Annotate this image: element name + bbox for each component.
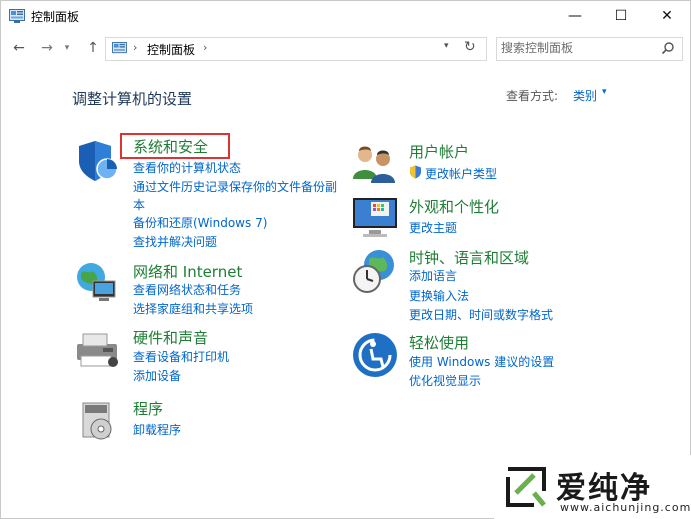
search-input[interactable] — [501, 40, 651, 56]
address-bar[interactable]: › 控制面板 › ▾ ↻ — [105, 37, 487, 61]
address-dropdown-button[interactable]: ▾ — [444, 41, 449, 51]
network-globe-icon[interactable] — [73, 259, 121, 307]
control-panel-window: 控制面板 — ☐ ✕ ← → ▾ ↑ › 控制面板 › ▾ ↻ 搜索控制面板 调… — [0, 0, 691, 519]
close-button[interactable]: ✕ — [644, 1, 690, 31]
link-uninstall-program[interactable]: 卸载程序 — [133, 421, 181, 438]
maximize-button[interactable]: ☐ — [598, 1, 644, 31]
clock-globe-icon[interactable] — [351, 247, 399, 295]
category-user-accounts[interactable]: 用户帐户 — [409, 141, 469, 162]
link-add-device[interactable]: 添加设备 — [133, 367, 181, 384]
control-panel-icon — [9, 9, 25, 23]
ease-of-access-icon[interactable] — [351, 331, 399, 379]
watermark-logo-icon — [506, 467, 546, 507]
category-appearance[interactable]: 外观和个性化 — [409, 196, 499, 217]
search-icon[interactable] — [661, 41, 675, 55]
printer-icon[interactable] — [73, 326, 121, 374]
category-hardware-sound[interactable]: 硬件和声音 — [133, 327, 208, 348]
recent-locations-button[interactable]: ▾ — [61, 38, 73, 58]
uac-shield-icon — [410, 165, 421, 179]
breadcrumb-control-panel[interactable]: 控制面板 — [147, 41, 195, 58]
link-network-status[interactable]: 查看网络状态和任务 — [133, 281, 241, 298]
link-file-history-backup[interactable]: 通过文件历史记录保存你的文件备份副 — [133, 178, 337, 195]
link-optimize-visual-display[interactable]: 优化视觉显示 — [409, 372, 481, 389]
category-clock-language-region[interactable]: 时钟、语言和区域 — [409, 247, 529, 268]
search-box[interactable] — [496, 37, 683, 61]
view-by-label: 查看方式: — [506, 89, 559, 103]
link-change-date-time-format[interactable]: 更改日期、时间或数字格式 — [409, 306, 553, 323]
link-view-computer-status[interactable]: 查看你的计算机状态 — [133, 159, 241, 176]
link-homegroup-sharing[interactable]: 选择家庭组和共享选项 — [133, 300, 253, 317]
link-troubleshoot[interactable]: 查找并解决问题 — [133, 233, 217, 250]
monitor-icon[interactable] — [351, 194, 399, 242]
link-change-input-method[interactable]: 更换输入法 — [409, 287, 469, 304]
category-programs[interactable]: 程序 — [133, 398, 163, 419]
chevron-right-icon[interactable]: › — [203, 41, 207, 54]
refresh-button[interactable]: ↻ — [464, 39, 476, 55]
control-panel-icon — [112, 42, 127, 54]
shield-icon[interactable] — [73, 137, 121, 185]
window-title: 控制面板 — [31, 10, 80, 24]
link-add-language[interactable]: 添加语言 — [409, 267, 457, 284]
category-network-internet[interactable]: 网络和 Internet — [133, 261, 242, 282]
programs-icon[interactable] — [73, 397, 121, 445]
link-change-theme[interactable]: 更改主题 — [409, 219, 457, 236]
page-heading: 调整计算机的设置 — [72, 90, 193, 108]
view-by-dropdown[interactable]: 类别 — [573, 87, 597, 104]
link-file-history-backup-cont[interactable]: 本 — [133, 196, 145, 213]
minimize-button[interactable]: — — [552, 1, 598, 31]
back-button[interactable]: ← — [9, 38, 29, 58]
chevron-down-icon[interactable]: ▾ — [602, 87, 607, 97]
link-change-account-type[interactable]: 更改帐户类型 — [425, 165, 497, 182]
link-recommended-settings[interactable]: 使用 Windows 建议的设置 — [409, 353, 554, 370]
up-button[interactable]: ↑ — [83, 38, 103, 58]
category-system-security[interactable]: 系统和安全 — [133, 136, 208, 157]
title-bar: 控制面板 — ☐ ✕ — [1, 1, 690, 31]
forward-button[interactable]: → — [37, 38, 57, 58]
category-ease-of-access[interactable]: 轻松使用 — [409, 332, 469, 353]
chevron-right-icon[interactable]: › — [133, 41, 137, 54]
navigation-bar: ← → ▾ ↑ › 控制面板 › ▾ ↻ — [1, 32, 690, 64]
watermark-url: www.aichunjing.com — [560, 501, 691, 514]
link-devices-printers[interactable]: 查看设备和打印机 — [133, 348, 229, 365]
link-backup-restore[interactable]: 备份和还原(Windows 7) — [133, 214, 267, 231]
watermark: 爱纯净 www.aichunjing.com — [494, 455, 691, 519]
users-icon[interactable] — [351, 141, 399, 189]
